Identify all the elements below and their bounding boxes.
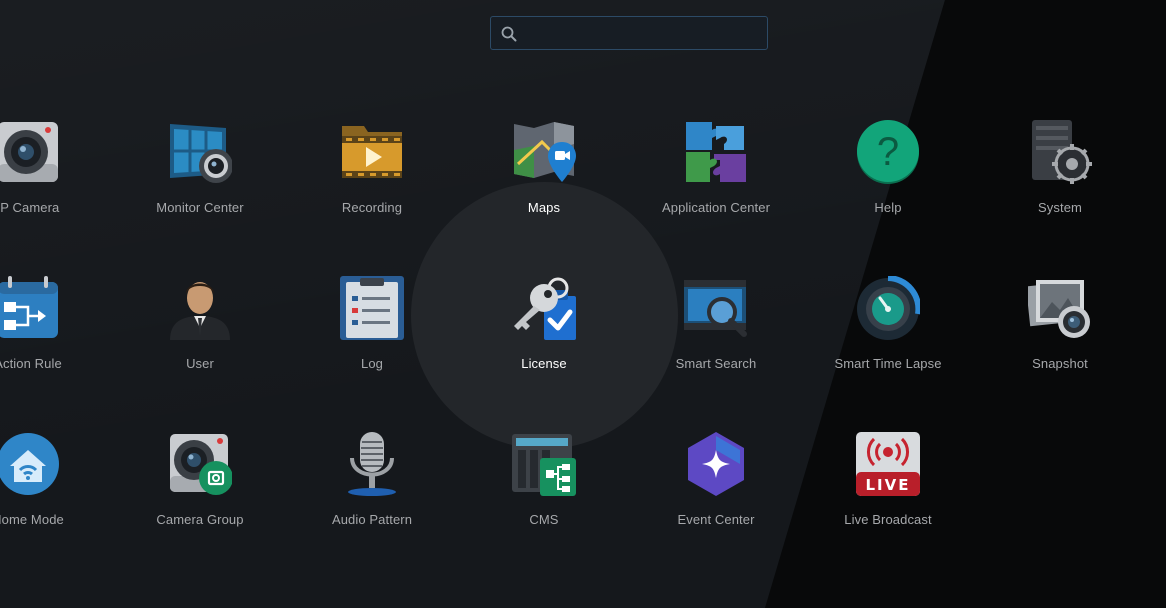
app-label: Camera Group bbox=[156, 512, 244, 527]
app-home-mode[interactable]: Home Mode bbox=[0, 432, 103, 542]
search-input[interactable] bbox=[523, 17, 767, 51]
app-label: Maps bbox=[527, 200, 561, 215]
app-smart-search[interactable]: Smart Search bbox=[641, 276, 791, 386]
app-label: Home Mode bbox=[0, 512, 64, 527]
app-monitor-center[interactable]: Monitor Center bbox=[125, 120, 275, 230]
maps-icon bbox=[512, 120, 576, 184]
smart-search-icon bbox=[684, 276, 748, 340]
app-event-center[interactable]: Event Center bbox=[641, 432, 791, 542]
search-icon bbox=[501, 26, 517, 42]
event-center-icon bbox=[684, 432, 748, 496]
app-label: User bbox=[186, 356, 214, 371]
app-application-center[interactable]: Application Center bbox=[641, 120, 791, 230]
app-ip-camera[interactable]: IP Camera bbox=[0, 120, 103, 230]
monitor-center-icon bbox=[168, 120, 232, 184]
app-label: Monitor Center bbox=[156, 200, 244, 215]
log-icon bbox=[340, 276, 404, 340]
app-label: Log bbox=[361, 356, 383, 371]
application-center-icon bbox=[684, 120, 748, 184]
recording-icon bbox=[340, 120, 404, 184]
app-maps[interactable]: Maps bbox=[469, 120, 619, 230]
app-label: Event Center bbox=[677, 512, 755, 527]
app-cms[interactable]: CMS bbox=[469, 432, 619, 542]
app-snapshot[interactable]: Snapshot bbox=[985, 276, 1135, 386]
ip-camera-icon bbox=[0, 120, 60, 184]
app-label: CMS bbox=[529, 512, 559, 527]
app-label: Action Rule bbox=[0, 356, 62, 371]
app-label: Smart Search bbox=[675, 356, 757, 371]
app-label: Smart Time Lapse bbox=[834, 356, 942, 371]
app-label: Snapshot bbox=[1032, 356, 1088, 371]
search-box[interactable] bbox=[490, 16, 768, 51]
app-help[interactable]: ? Help bbox=[813, 120, 963, 230]
audio-pattern-icon bbox=[340, 432, 404, 496]
app-license[interactable]: License bbox=[469, 276, 619, 386]
app-smart-time-lapse[interactable]: Smart Time Lapse bbox=[813, 276, 963, 386]
app-label: Recording bbox=[341, 200, 403, 215]
app-system[interactable]: System bbox=[985, 120, 1135, 230]
app-label: IP Camera bbox=[0, 200, 60, 215]
license-icon bbox=[512, 276, 576, 340]
app-live-broadcast[interactable]: LIVE Live Broadcast bbox=[813, 432, 963, 542]
app-user[interactable]: User bbox=[125, 276, 275, 386]
help-icon: ? bbox=[856, 120, 920, 184]
app-label: Audio Pattern bbox=[331, 512, 413, 527]
app-label: System bbox=[1038, 200, 1082, 215]
action-rule-icon bbox=[0, 276, 60, 340]
app-action-rule[interactable]: Action Rule bbox=[0, 276, 103, 386]
app-label: Application Center bbox=[661, 200, 771, 215]
app-label: License bbox=[521, 356, 567, 371]
app-label: Live Broadcast bbox=[844, 512, 932, 527]
camera-group-icon bbox=[168, 432, 232, 496]
app-label: Help bbox=[874, 200, 902, 215]
app-recording[interactable]: Recording bbox=[297, 120, 447, 230]
home-mode-icon bbox=[0, 432, 60, 496]
svg-text:LIVE: LIVE bbox=[866, 476, 911, 494]
system-icon bbox=[1028, 120, 1092, 184]
user-icon bbox=[168, 276, 232, 340]
snapshot-icon bbox=[1028, 276, 1092, 340]
app-log[interactable]: Log bbox=[297, 276, 447, 386]
app-audio-pattern[interactable]: Audio Pattern bbox=[297, 432, 447, 542]
live-broadcast-icon: LIVE bbox=[856, 432, 920, 496]
app-camera-group[interactable]: Camera Group bbox=[125, 432, 275, 542]
smart-time-lapse-icon bbox=[856, 276, 920, 340]
cms-icon bbox=[512, 432, 576, 496]
svg-text:?: ? bbox=[877, 130, 899, 174]
